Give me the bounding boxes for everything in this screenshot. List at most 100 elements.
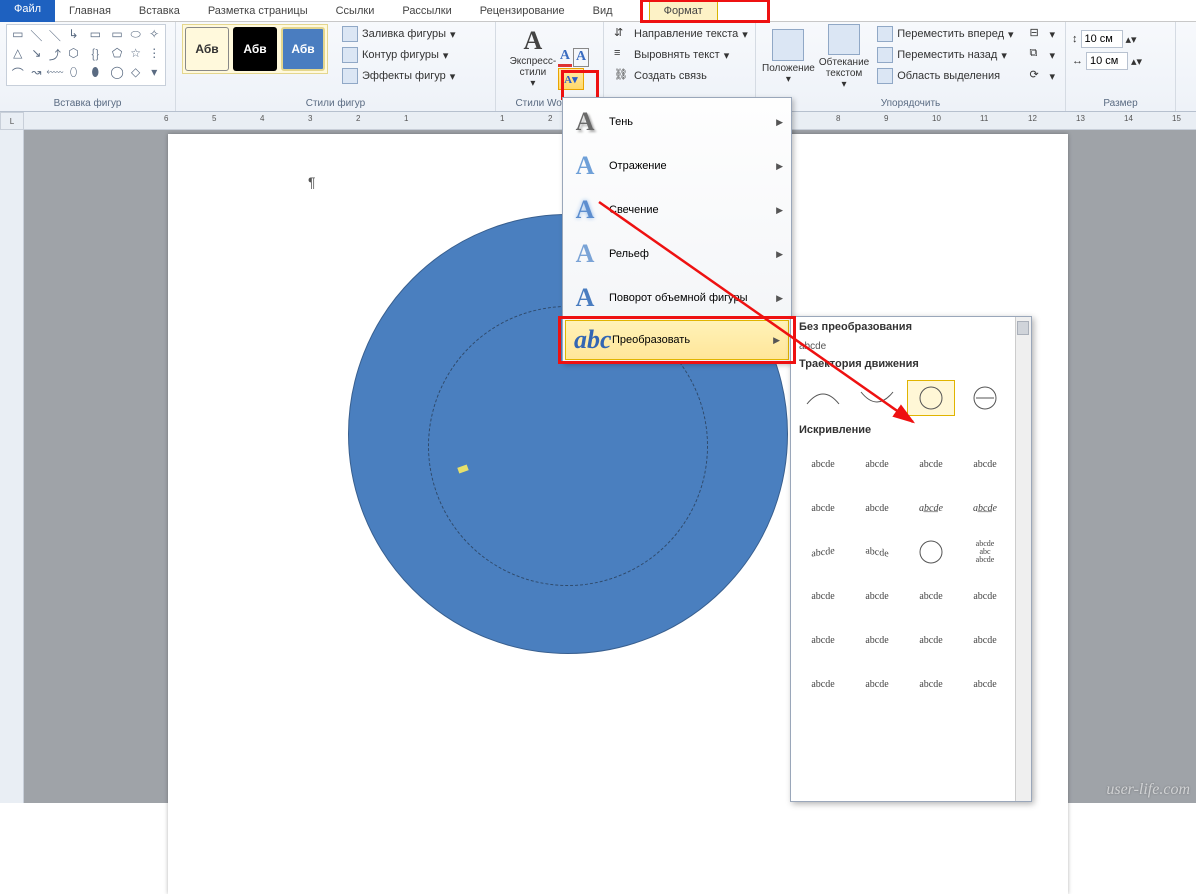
bucket-icon bbox=[342, 26, 358, 42]
tab-home[interactable]: Главная bbox=[55, 2, 125, 20]
vertical-ruler[interactable] bbox=[0, 130, 24, 803]
menu-transform[interactable]: abcПреобразовать▶ bbox=[565, 320, 789, 360]
warp-12[interactable]: abcdeabcabcde bbox=[961, 534, 1009, 570]
group-label-arrange: Упорядочить bbox=[762, 96, 1059, 111]
warp-11[interactable] bbox=[907, 534, 955, 570]
warp-19[interactable]: abcde bbox=[907, 622, 955, 658]
warp-6[interactable]: abcde bbox=[853, 490, 901, 526]
position-button[interactable]: Положение▾ bbox=[762, 24, 815, 90]
pen-icon bbox=[342, 47, 358, 63]
align-icon: ⊟ bbox=[1030, 26, 1046, 42]
warp-7[interactable]: ab̲c̲d̲e bbox=[907, 490, 955, 526]
tab-review[interactable]: Рецензирование bbox=[466, 2, 579, 20]
path-arch-down[interactable] bbox=[853, 380, 901, 416]
tab-insert[interactable]: Вставка bbox=[125, 2, 194, 20]
group-label-size: Размер bbox=[1072, 96, 1169, 111]
tab-view[interactable]: Вид bbox=[579, 2, 627, 20]
warp-16[interactable]: abcde bbox=[961, 578, 1009, 614]
wrap-icon bbox=[828, 24, 860, 55]
gallery-row-warp-2: abcde abcde ab̲c̲d̲e ab̲c̲d̲e bbox=[791, 486, 1031, 530]
shape-fill-button[interactable]: Заливка фигуры ▾ bbox=[338, 24, 460, 44]
warp-23[interactable]: abcde bbox=[907, 666, 955, 702]
tab-format[interactable]: Формат bbox=[649, 1, 718, 21]
warp-22[interactable]: abcde bbox=[853, 666, 901, 702]
warp-5[interactable]: abcde bbox=[799, 490, 847, 526]
warp-2[interactable]: abcde bbox=[853, 446, 901, 482]
warp-15[interactable]: abcde bbox=[907, 578, 955, 614]
rotate-icon: ⟳ bbox=[1030, 68, 1046, 84]
send-backward-button[interactable]: Переместить назад ▾ bbox=[873, 45, 1017, 65]
warp-13[interactable]: abcde bbox=[799, 578, 847, 614]
path-button[interactable] bbox=[961, 380, 1009, 416]
style-swatch-1[interactable]: Абв bbox=[185, 27, 229, 71]
warp-17[interactable]: abcde bbox=[799, 622, 847, 658]
bring-forward-button[interactable]: Переместить вперед ▾ bbox=[873, 24, 1017, 44]
warp-10[interactable]: abcde bbox=[853, 531, 901, 574]
gallery-row-warp-4: abcde abcde abcde abcde bbox=[791, 574, 1031, 618]
text-effects-button[interactable]: A▾ bbox=[558, 68, 584, 90]
warp-9[interactable]: abcde bbox=[799, 531, 847, 574]
warp-4[interactable]: abcde bbox=[961, 446, 1009, 482]
shape-effects-button[interactable]: Эффекты фигур ▾ bbox=[338, 66, 460, 86]
warp-21[interactable]: abcde bbox=[799, 666, 847, 702]
text-effects-menu: AТень▶ AОтражение▶ AСвечение▶ AРельеф▶ A… bbox=[562, 97, 792, 363]
path-arch[interactable] bbox=[799, 380, 847, 416]
width-input[interactable] bbox=[1086, 52, 1128, 70]
text-fill-icon[interactable]: A bbox=[558, 48, 572, 67]
create-link-button[interactable]: ⛓Создать связь bbox=[610, 66, 752, 86]
align-text-button[interactable]: ≡Выровнять текст ▾ bbox=[610, 45, 752, 65]
align-button[interactable]: ⊟▾ bbox=[1026, 24, 1060, 44]
bevel-icon: A bbox=[571, 239, 599, 269]
tab-file[interactable]: Файл bbox=[0, 0, 55, 22]
shape-outline-button[interactable]: Контур фигуры ▾ bbox=[338, 45, 460, 65]
warp-14[interactable]: abcde bbox=[853, 578, 901, 614]
letter-a-icon: A bbox=[523, 26, 542, 56]
gallery-scrollbar[interactable] bbox=[1015, 317, 1031, 801]
warp-3[interactable]: abcde bbox=[907, 446, 955, 482]
scroll-thumb[interactable] bbox=[1017, 321, 1029, 335]
position-icon bbox=[772, 29, 804, 61]
menu-shadow[interactable]: AТень▶ bbox=[563, 100, 791, 144]
ruler-corner[interactable]: L bbox=[0, 112, 24, 130]
glow-icon: A bbox=[571, 195, 599, 225]
warp-20[interactable]: abcde bbox=[961, 622, 1009, 658]
shape-width: ↔▴▾ bbox=[1072, 52, 1142, 70]
selection-icon bbox=[877, 68, 893, 84]
group-button[interactable]: ⧉▾ bbox=[1026, 45, 1060, 65]
group-arrange: Положение▾ Обтекание текстом▾ Переместит… bbox=[756, 22, 1066, 111]
wrap-text-button[interactable]: Обтекание текстом▾ bbox=[819, 24, 869, 90]
height-input[interactable] bbox=[1081, 30, 1123, 48]
gallery-row-warp-3: abcde abcde abcdeabcabcde bbox=[791, 530, 1031, 574]
warp-24[interactable]: abcde bbox=[961, 666, 1009, 702]
warp-1[interactable]: abcde bbox=[799, 446, 847, 482]
menu-3d-rotation[interactable]: AПоворот объемной фигуры▶ bbox=[563, 276, 791, 320]
menu-reflection[interactable]: AОтражение▶ bbox=[563, 144, 791, 188]
tab-page-layout[interactable]: Разметка страницы bbox=[194, 2, 322, 20]
shadow-icon: A bbox=[571, 107, 599, 137]
group-icon: ⧉ bbox=[1030, 47, 1046, 63]
shape-style-gallery[interactable]: Абв Абв Абв bbox=[182, 24, 328, 74]
warp-8[interactable]: ab̲c̲d̲e bbox=[961, 490, 1009, 526]
gallery-none-sample[interactable]: abcde bbox=[791, 339, 1031, 354]
rotate-button[interactable]: ⟳▾ bbox=[1026, 66, 1060, 86]
align-text-icon: ≡ bbox=[614, 47, 630, 63]
shape-gallery[interactable]: ▭＼＼↳▭▭⬭✧ △↘⤴⬡｛｝⬠☆⋮ ⌒↝⬳⬯⬮◯◇▾ bbox=[6, 24, 166, 86]
express-styles-button[interactable]: A Экспресс-стили▾ bbox=[510, 24, 556, 90]
style-swatch-2[interactable]: Абв bbox=[233, 27, 277, 71]
selection-pane-button[interactable]: Область выделения bbox=[873, 66, 1017, 86]
warp-18[interactable]: abcde bbox=[853, 622, 901, 658]
transform-icon: abc bbox=[574, 325, 602, 355]
group-label-shapes: Вставка фигур bbox=[6, 96, 169, 111]
menu-bevel[interactable]: AРельеф▶ bbox=[563, 232, 791, 276]
gallery-header-warp: Искривление bbox=[791, 420, 1031, 442]
group-shape-styles: Абв Абв Абв Заливка фигуры ▾ Контур фигу… bbox=[176, 22, 496, 111]
text-outline-icon[interactable]: A bbox=[573, 48, 589, 67]
menu-glow[interactable]: AСвечение▶ bbox=[563, 188, 791, 232]
tab-references[interactable]: Ссылки bbox=[322, 2, 389, 20]
path-circle[interactable] bbox=[907, 380, 955, 416]
text-direction-button[interactable]: ⇵Направление текста ▾ bbox=[610, 24, 752, 44]
tab-strip: Файл Главная Вставка Разметка страницы С… bbox=[0, 0, 1196, 22]
tab-mailings[interactable]: Рассылки bbox=[388, 2, 465, 20]
forward-icon bbox=[877, 26, 893, 42]
style-swatch-3[interactable]: Абв bbox=[281, 27, 325, 71]
